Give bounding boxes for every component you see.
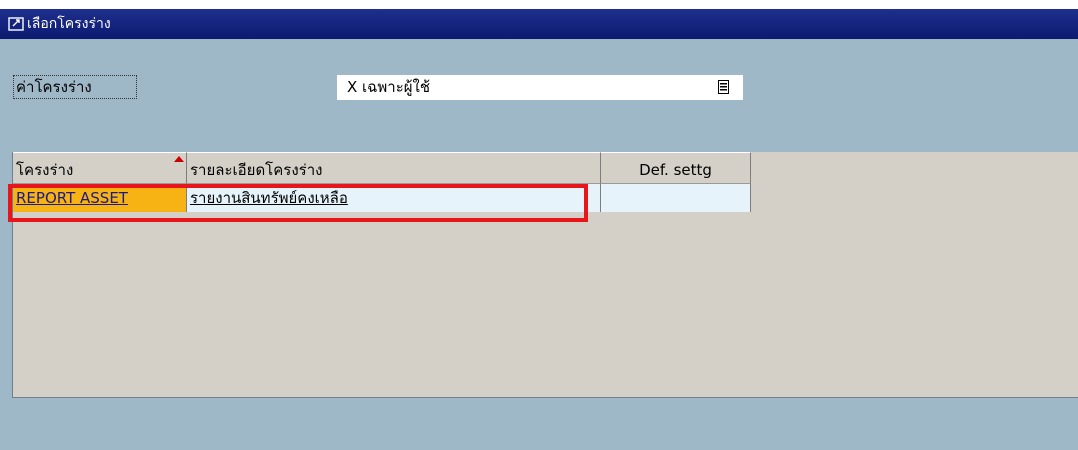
layout-setting-label: ค่าโครงร่าง: [13, 75, 137, 99]
column-header-layout[interactable]: โครงร่าง: [13, 152, 187, 184]
column-header-default-setting[interactable]: Def. settg: [601, 152, 751, 184]
column-header-label: โครงร่าง: [16, 161, 74, 179]
window-icon: [8, 17, 24, 31]
title-bar: เลือกโครงร่าง: [0, 9, 1078, 39]
table-header: โครงร่าง รายละเอียดโครงร่าง Def. settg: [13, 152, 1078, 184]
sort-ascending-icon: [174, 156, 184, 162]
column-header-description[interactable]: รายละเอียดโครงร่าง: [187, 152, 601, 184]
window-title: เลือกโครงร่าง: [27, 16, 111, 32]
layout-setting-field[interactable]: X เฉพาะผู้ใช้: [337, 75, 743, 100]
value-list-icon[interactable]: [718, 80, 729, 94]
default-setting-cell[interactable]: [601, 184, 751, 212]
layout-setting-value: X เฉพาะผู้ใช้: [347, 78, 431, 96]
dialog-window: เลือกโครงร่าง ค่าโครงร่าง X เฉพาะผู้ใช้ …: [0, 9, 1078, 450]
highlight-box: [8, 184, 588, 222]
